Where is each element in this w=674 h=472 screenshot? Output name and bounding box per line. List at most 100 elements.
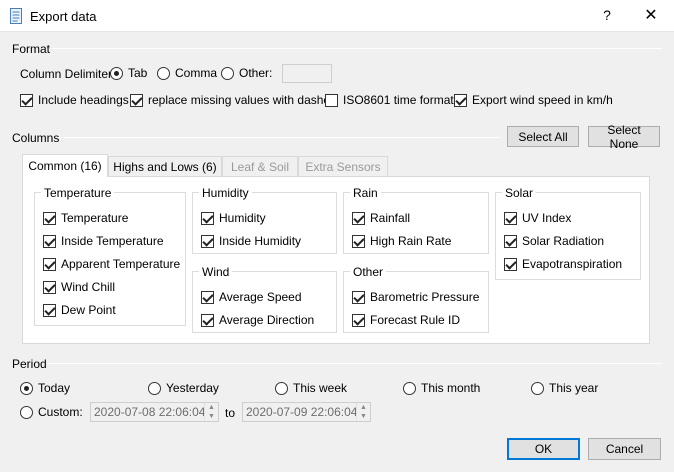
spin-down-icon[interactable]: ▼ [357, 412, 370, 421]
cancel-button[interactable]: Cancel [588, 438, 661, 460]
column-high-rain-rate-checkbox[interactable]: High Rain Rate [352, 234, 451, 248]
to-spinner[interactable]: ▲ ▼ [356, 403, 370, 421]
wind-group-title: Wind [199, 265, 233, 279]
replace-missing-checkbox[interactable]: replace missing values with dashes [130, 93, 336, 107]
period-yesterday-label: Yesterday [166, 381, 219, 395]
column-humidity-checkbox[interactable]: Humidity [201, 211, 266, 225]
checkbox-indicator[interactable] [352, 234, 365, 248]
period-this-year-radio[interactable]: This year [531, 381, 598, 395]
checkbox-indicator[interactable] [43, 280, 56, 294]
checkbox-indicator[interactable] [504, 257, 517, 271]
period-today-radio[interactable]: Today [20, 381, 70, 395]
help-button[interactable]: ? [600, 7, 614, 23]
radio-indicator[interactable] [221, 66, 234, 80]
columns-divider [58, 137, 500, 138]
checkbox-indicator[interactable] [504, 211, 517, 225]
checkbox-indicator[interactable] [504, 234, 517, 248]
wind-kmh-label: Export wind speed in km/h [472, 93, 613, 107]
checkbox-indicator[interactable] [352, 290, 365, 304]
iso8601-checkbox[interactable]: ISO8601 time format [325, 93, 454, 107]
checkbox-indicator[interactable] [201, 234, 214, 248]
column-solar-radiation-checkbox[interactable]: Solar Radiation [504, 234, 604, 248]
column-label: Wind Chill [61, 280, 116, 294]
column-average-direction-checkbox[interactable]: Average Direction [201, 313, 314, 327]
column-inside-humidity-checkbox[interactable]: Inside Humidity [201, 234, 301, 248]
ok-button[interactable]: OK [507, 438, 580, 460]
checkbox-indicator[interactable] [43, 303, 56, 317]
checkbox-indicator[interactable] [130, 93, 143, 107]
period-divider [48, 363, 662, 364]
column-evapotranspiration-checkbox[interactable]: Evapotranspiration [504, 257, 622, 271]
tab-common[interactable]: Common (16) [22, 154, 108, 177]
delimiter-tab-radio[interactable]: Tab [110, 66, 147, 80]
select-none-button[interactable]: Select None [588, 123, 660, 151]
column-dew-point-checkbox[interactable]: Dew Point [43, 303, 116, 317]
column-label: Apparent Temperature [61, 257, 181, 271]
column-apparent-temperature-checkbox[interactable]: Apparent Temperature [43, 257, 180, 271]
column-delimiter-label: Column Delimiter: [20, 67, 116, 81]
checkbox-indicator[interactable] [201, 313, 214, 327]
temperature-group: Temperature Temperature Inside Temperatu… [34, 186, 186, 326]
temperature-group-title: Temperature [41, 186, 115, 200]
tab-extra-sensors: Extra Sensors [298, 156, 388, 177]
column-inside-temperature-checkbox[interactable]: Inside Temperature [43, 234, 164, 248]
select-all-button[interactable]: Select All [507, 126, 579, 147]
humidity-group-title: Humidity [199, 186, 252, 200]
column-label: High Rain Rate [370, 234, 452, 248]
checkbox-indicator[interactable] [20, 93, 33, 107]
other-delimiter-input[interactable] [282, 64, 332, 83]
delimiter-comma-radio[interactable]: Comma [157, 66, 217, 80]
solar-group-title: Solar [502, 186, 537, 200]
delimiter-other-label: Other: [239, 66, 273, 80]
column-average-speed-checkbox[interactable]: Average Speed [201, 290, 302, 304]
checkbox-indicator[interactable] [43, 257, 56, 271]
checkbox-indicator[interactable] [43, 234, 56, 248]
tab-highs-lows[interactable]: Highs and Lows (6) [108, 156, 222, 177]
tab-leaf-soil: Leaf & Soil [222, 156, 298, 177]
checkbox-indicator[interactable] [43, 211, 56, 225]
period-today-label: Today [38, 381, 71, 395]
custom-to-datetime[interactable]: 2020-07-09 22:06:04 ▲ ▼ [242, 402, 371, 422]
delimiter-other-radio[interactable]: Other: [221, 66, 272, 80]
checkbox-indicator[interactable] [201, 211, 214, 225]
radio-indicator[interactable] [275, 381, 288, 395]
include-headings-label: Include headings [38, 93, 129, 107]
column-rainfall-checkbox[interactable]: Rainfall [352, 211, 410, 225]
radio-indicator[interactable] [148, 381, 161, 395]
checkbox-indicator[interactable] [352, 313, 365, 327]
radio-indicator[interactable] [110, 66, 123, 80]
include-headings-checkbox[interactable]: Include headings [20, 93, 129, 107]
checkbox-indicator[interactable] [201, 290, 214, 304]
radio-indicator[interactable] [531, 381, 544, 395]
close-button[interactable]: ✕ [643, 5, 659, 25]
column-label: Evapotranspiration [522, 257, 623, 271]
checkbox-indicator[interactable] [352, 211, 365, 225]
column-label: Average Direction [219, 313, 315, 327]
period-custom-label: Custom: [38, 405, 83, 419]
delimiter-comma-label: Comma [175, 66, 218, 80]
period-custom-radio[interactable]: Custom: [20, 405, 83, 419]
spin-down-icon[interactable]: ▼ [205, 412, 218, 421]
checkbox-indicator[interactable] [325, 93, 338, 107]
spin-up-icon[interactable]: ▲ [357, 403, 370, 412]
period-yesterday-radio[interactable]: Yesterday [148, 381, 219, 395]
period-this-week-radio[interactable]: This week [275, 381, 347, 395]
period-this-month-radio[interactable]: This month [403, 381, 480, 395]
radio-indicator[interactable] [403, 381, 416, 395]
title-bar: Export data ? ✕ [0, 0, 674, 32]
column-temperature-checkbox[interactable]: Temperature [43, 211, 128, 225]
radio-indicator[interactable] [20, 405, 33, 419]
period-this-month-label: This month [421, 381, 481, 395]
columns-section-label: Columns [12, 131, 60, 145]
spin-up-icon[interactable]: ▲ [205, 403, 218, 412]
custom-from-datetime[interactable]: 2020-07-08 22:06:04 ▲ ▼ [90, 402, 219, 422]
wind-kmh-checkbox[interactable]: Export wind speed in km/h [454, 93, 613, 107]
column-barometric-pressure-checkbox[interactable]: Barometric Pressure [352, 290, 479, 304]
radio-indicator[interactable] [20, 381, 33, 395]
checkbox-indicator[interactable] [454, 93, 467, 107]
column-wind-chill-checkbox[interactable]: Wind Chill [43, 280, 115, 294]
from-spinner[interactable]: ▲ ▼ [204, 403, 218, 421]
column-forecast-rule-id-checkbox[interactable]: Forecast Rule ID [352, 313, 460, 327]
column-uv-index-checkbox[interactable]: UV Index [504, 211, 571, 225]
radio-indicator[interactable] [157, 66, 170, 80]
